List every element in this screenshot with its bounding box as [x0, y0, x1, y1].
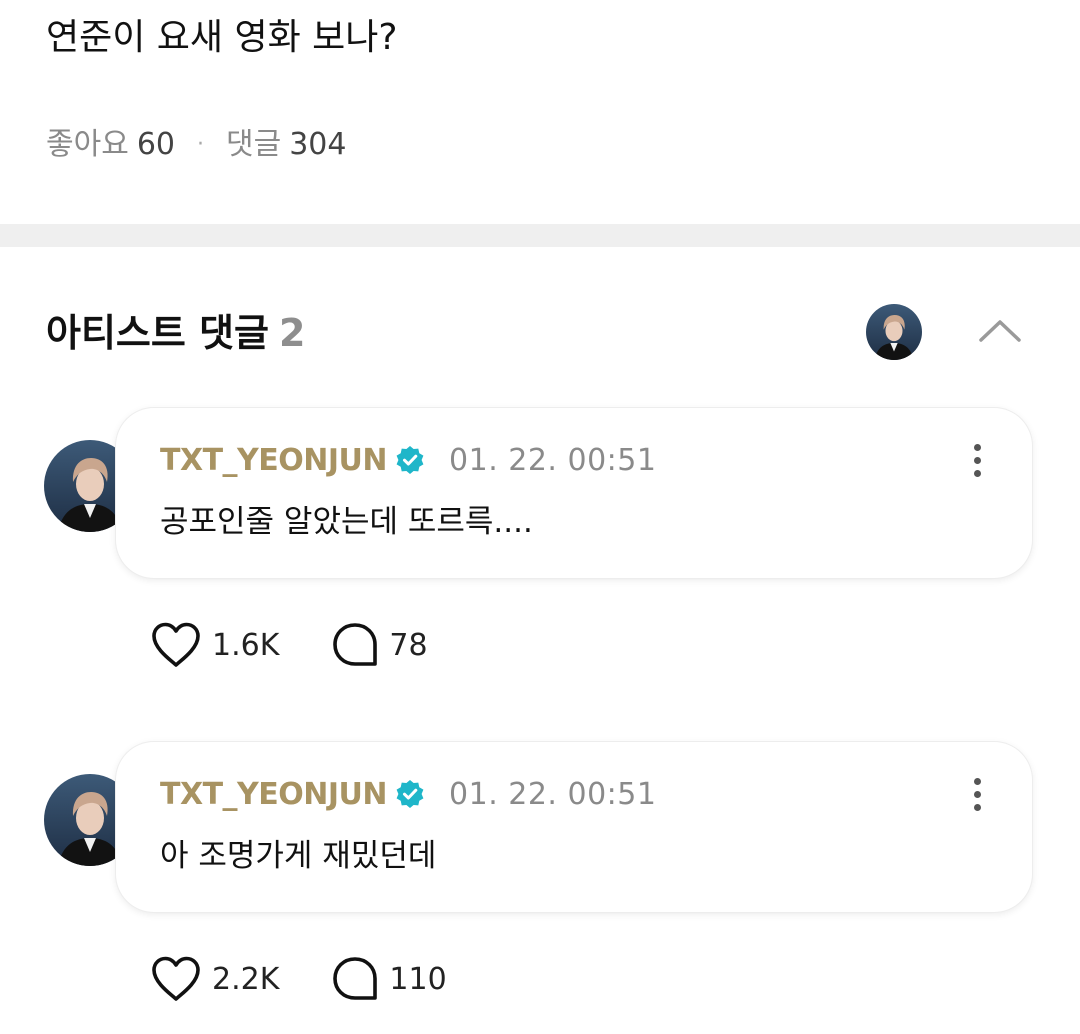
artist-comments-count: 2	[279, 311, 306, 355]
comment-bubble: TXT_YEONJUN 01. 22. 00:51 아 조명가게 재밌던데	[116, 742, 1032, 912]
collapse-button[interactable]	[972, 306, 1028, 354]
post-title: 연준이 요새 영화 보나?	[46, 17, 398, 58]
comments-label: 댓글	[226, 127, 282, 162]
comment-header: TXT_YEONJUN 01. 22. 00:51	[160, 438, 656, 482]
verified-badge-icon	[396, 780, 424, 808]
more-dot	[973, 443, 981, 451]
verified-badge-icon	[396, 446, 424, 474]
heart-icon	[152, 956, 200, 1001]
more-dot	[973, 790, 981, 798]
reply-count: 78	[389, 627, 428, 663]
stats-separator: ·	[197, 132, 204, 157]
reply-count: 110	[389, 961, 447, 997]
more-dot	[973, 803, 981, 811]
more-options-button[interactable]	[964, 438, 990, 482]
like-button[interactable]: 2.2K	[150, 955, 279, 1003]
more-dot	[973, 469, 981, 477]
more-dot	[973, 456, 981, 464]
comment-author[interactable]: TXT_YEONJUN	[160, 777, 388, 812]
like-count: 2.2K	[212, 961, 280, 997]
like-button[interactable]: 1.6K	[150, 621, 279, 669]
likes-label: 좋아요	[46, 127, 129, 162]
comment-text: 아 조명가게 재밌던데	[160, 838, 437, 874]
comment-timestamp: 01. 22. 00:51	[449, 776, 657, 812]
artist-avatar[interactable]	[866, 304, 922, 360]
reply-button[interactable]: 110	[331, 955, 447, 1003]
comment-timestamp: 01. 22. 00:51	[449, 442, 657, 478]
comment-bubble: TXT_YEONJUN 01. 22. 00:51 공포인줄 알았는데 또르륵.…	[116, 408, 1032, 578]
comments-count: 304	[289, 127, 347, 162]
comment-actions: 1.6K 78	[150, 620, 428, 670]
more-dot	[973, 777, 981, 785]
reply-button[interactable]: 78	[331, 621, 428, 669]
likes-count: 60	[136, 127, 175, 162]
more-options-button[interactable]	[964, 772, 990, 816]
comment-author[interactable]: TXT_YEONJUN	[160, 443, 388, 478]
speech-bubble-icon	[333, 623, 378, 666]
artist-comments-heading: 아티스트 댓글 2	[46, 308, 305, 358]
post-detail-page: 연준이 요새 영화 보나? 좋아요 60 · 댓글 304 아티스트 댓글2	[0, 0, 1080, 1034]
comment-text: 공포인줄 알았는데 또르륵....	[160, 504, 533, 540]
like-count: 1.6K	[212, 627, 280, 663]
heart-icon	[152, 622, 200, 667]
avatar-image-icon	[866, 304, 922, 360]
post-stats: 좋아요 60 · 댓글 304	[46, 124, 346, 166]
speech-bubble-icon	[333, 957, 378, 1000]
comment-actions: 2.2K 110	[150, 954, 447, 1004]
chevron-up-icon	[979, 320, 1021, 342]
artist-comments-title: 아티스트 댓글	[46, 311, 269, 355]
section-divider	[0, 224, 1080, 247]
comment-header: TXT_YEONJUN 01. 22. 00:51	[160, 772, 656, 816]
